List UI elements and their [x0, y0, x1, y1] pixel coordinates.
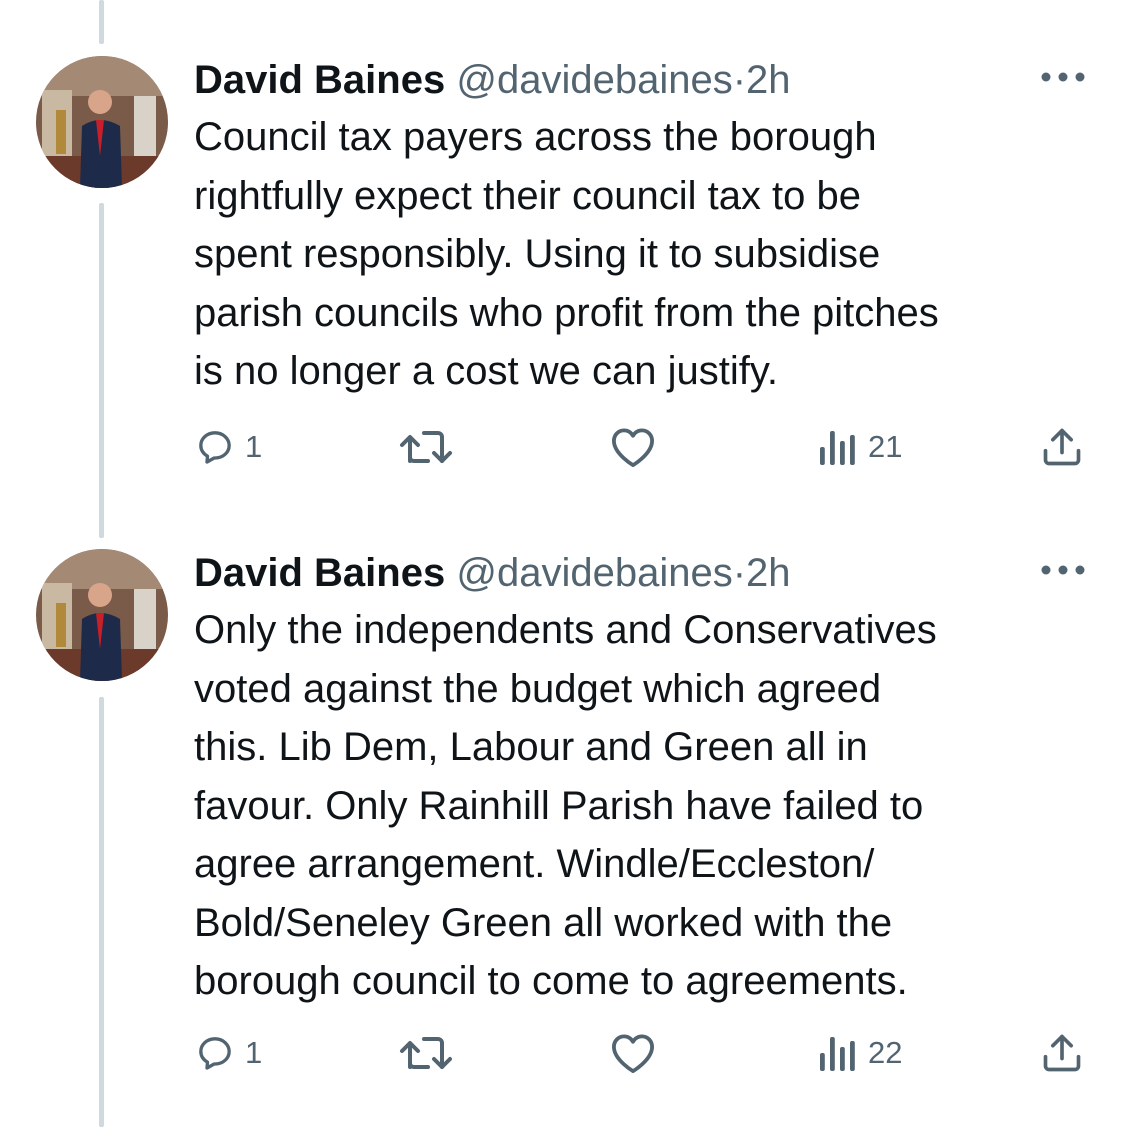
retweet-button[interactable] — [398, 1028, 454, 1078]
more-icon[interactable] — [1040, 70, 1086, 82]
tweet-text: Only the independents and Conservatives … — [194, 608, 937, 1003]
like-button[interactable] — [610, 422, 656, 472]
tweet-actions: 1 22 — [0, 1028, 1125, 1078]
avatar[interactable] — [36, 549, 168, 681]
reply-count: 1 — [245, 1035, 263, 1070]
share-icon — [1043, 1034, 1081, 1072]
reply-button[interactable]: 1 — [195, 1028, 262, 1078]
avatar[interactable] — [36, 56, 168, 188]
thread-line-top — [99, 0, 104, 44]
tweet-header: David Baines @davidebaines·2h — [194, 56, 791, 104]
timestamp[interactable]: 2h — [746, 551, 791, 595]
retweet-icon — [400, 1037, 452, 1069]
views-button[interactable]: 21 — [818, 422, 902, 472]
tweet-text: Council tax payers across the borough ri… — [194, 115, 939, 393]
retweet-icon — [400, 431, 452, 463]
views-count: 21 — [868, 429, 903, 464]
reply-icon — [199, 1037, 231, 1070]
separator-dot: · — [732, 58, 747, 102]
like-button[interactable] — [610, 1028, 656, 1078]
avatar-photo — [36, 56, 168, 188]
author-name[interactable]: David Baines — [194, 551, 445, 595]
author-name[interactable]: David Baines — [194, 58, 445, 102]
share-button[interactable] — [1040, 422, 1084, 472]
tweet-actions: 1 21 — [0, 422, 1125, 472]
views-chart-icon — [820, 1037, 855, 1071]
heart-icon — [612, 1034, 654, 1074]
separator-dot: · — [732, 551, 747, 595]
views-chart-icon — [820, 431, 855, 465]
author-handle[interactable]: @davidebaines — [456, 58, 732, 102]
timestamp[interactable]: 2h — [746, 58, 791, 102]
heart-icon — [612, 428, 654, 468]
more-icon[interactable] — [1040, 563, 1086, 575]
share-icon — [1043, 428, 1081, 466]
reply-icon — [199, 431, 231, 464]
views-button[interactable]: 22 — [818, 1028, 902, 1078]
reply-button[interactable]: 1 — [195, 422, 262, 472]
retweet-button[interactable] — [398, 422, 454, 472]
share-button[interactable] — [1040, 1028, 1084, 1078]
reply-count: 1 — [245, 429, 263, 464]
thread-line-middle — [99, 203, 104, 538]
author-handle[interactable]: @davidebaines — [456, 551, 732, 595]
avatar-photo — [36, 549, 168, 681]
views-count: 22 — [868, 1035, 903, 1070]
tweet-header: David Baines @davidebaines·2h — [194, 549, 791, 597]
